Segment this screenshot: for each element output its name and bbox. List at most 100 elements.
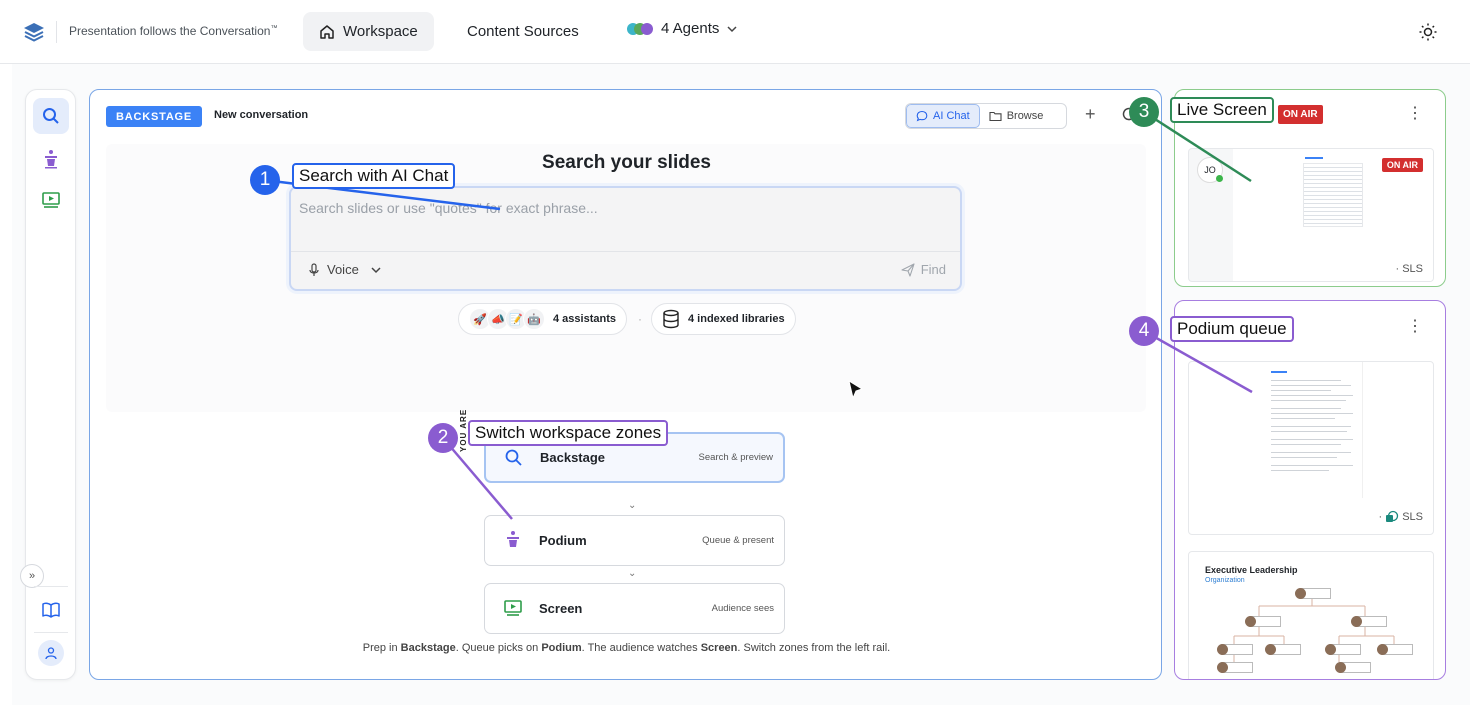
nav-workspace[interactable]: Workspace (303, 12, 434, 51)
zones-footer-text: Prep in Backstage. Queue picks on Podium… (362, 642, 891, 654)
search-box-divider (291, 251, 960, 252)
org-node (1377, 644, 1413, 655)
zone-podium-desc: Queue & present (702, 535, 774, 546)
theme-toggle-sun-icon[interactable] (1418, 22, 1438, 42)
org-chart-lines (1233, 596, 1395, 662)
podium-icon (507, 531, 519, 547)
conversation-title[interactable]: New conversation (214, 109, 308, 121)
voice-button[interactable]: Voice (307, 262, 383, 277)
tab-browse[interactable]: Browse (980, 104, 1053, 128)
org-node (1217, 644, 1253, 655)
find-button[interactable]: Find (901, 262, 946, 277)
more-options-icon[interactable]: ⋮ (1407, 106, 1423, 122)
callout-search-with-ai-chat: Search with AI Chat (292, 163, 456, 189)
assistant-avatars: 🚀 📣 📝 🤖 (469, 308, 545, 330)
nav-agents-dropdown[interactable]: 4 Agents (627, 20, 739, 37)
search-heading: Search your slides (542, 152, 711, 173)
zone-chevron-down-icon: ⌄ (628, 500, 637, 511)
zone-screen-name: Screen (539, 601, 583, 616)
callout-podium-queue: Podium queue (1170, 316, 1294, 342)
rail-divider-2 (34, 632, 68, 633)
rail-backstage-button[interactable] (33, 98, 69, 134)
rail-divider (34, 586, 68, 587)
callout-live-screen: Live Screen (1170, 97, 1274, 123)
zone-backstage-name: Backstage (540, 450, 606, 465)
microphone-icon (309, 262, 319, 276)
find-label: Find (920, 262, 946, 277)
zone-rail: » (20, 89, 76, 680)
user-avatar[interactable] (38, 640, 64, 666)
send-icon (901, 262, 915, 277)
presenter-avatar: JO (1197, 157, 1223, 183)
nav-workspace-label: Workspace (343, 23, 418, 40)
home-icon (320, 24, 334, 39)
screen-icon (504, 600, 522, 616)
search-icon (505, 449, 522, 466)
podium-queue-card: ⋮ · SLS Executive Leadership Organizatio… (1174, 300, 1446, 680)
callout-number-2: 2 (428, 423, 458, 453)
more-options-icon[interactable]: ⋮ (1407, 319, 1423, 335)
org-node (1351, 616, 1387, 627)
zone-screen[interactable]: Screen Audience sees (484, 583, 785, 634)
backstage-badge: BACKSTAGE (106, 106, 203, 127)
tagline: Presentation follows the Conversation™ (69, 24, 278, 38)
database-icon (663, 309, 679, 329)
rail-podium-button[interactable] (33, 141, 69, 177)
nav-agents-label: 4 Agents (661, 20, 720, 37)
agents-dots-icon (627, 22, 655, 35)
podium-slide-1[interactable]: · SLS (1188, 361, 1434, 535)
screen-icon (42, 192, 60, 208)
layers-logo-icon[interactable] (22, 21, 46, 43)
org-node (1295, 588, 1331, 599)
robot-icon: 🤖 (523, 308, 545, 330)
nav-content-sources[interactable]: Content Sources (467, 23, 579, 40)
book-open-icon (42, 602, 60, 618)
you-are-label: YOU ARE (459, 408, 468, 452)
pill-separator: · (638, 312, 642, 326)
rail-library-button[interactable] (33, 592, 69, 628)
tab-ai-chat-label: AI Chat (933, 110, 970, 122)
podium-icon (45, 150, 57, 169)
search-icon (43, 108, 59, 124)
user-icon (45, 647, 57, 660)
org-node (1325, 644, 1361, 655)
slide-logo (1305, 157, 1323, 159)
rail-screen-button[interactable] (33, 182, 69, 218)
search-input[interactable]: Search slides or use "quotes" for exact … (299, 200, 598, 216)
expand-rail-button[interactable]: » (20, 564, 44, 588)
assistants-label: 4 assistants (553, 313, 616, 325)
assistants-pill[interactable]: 🚀 📣 📝 🤖 4 assistants (458, 303, 627, 335)
libraries-pill[interactable]: 4 indexed libraries (651, 303, 796, 335)
new-conversation-plus-icon[interactable]: + (1085, 104, 1096, 125)
zone-podium-name: Podium (539, 533, 587, 548)
live-slide-thumbnail[interactable]: JO ON AIR · SLS (1188, 148, 1434, 282)
zone-chevron-down-icon: ⌄ (628, 568, 637, 579)
zone-podium[interactable]: Podium Queue & present (484, 515, 785, 566)
org-node (1265, 644, 1301, 655)
search-box[interactable]: Search slides or use "quotes" for exact … (289, 186, 962, 291)
online-indicator (1216, 175, 1223, 182)
tab-browse-label: Browse (1006, 110, 1044, 122)
chevron-down-icon[interactable] (369, 263, 383, 277)
podium-slide-2[interactable]: Executive Leadership Organization (1188, 551, 1434, 679)
voice-label: Voice (327, 262, 359, 277)
mode-toggle: AI Chat Browse (905, 103, 1067, 129)
slide-table (1303, 163, 1363, 227)
folder-icon (989, 111, 1002, 122)
sharepoint-icon (1386, 510, 1399, 522)
callout-number-4: 4 (1129, 316, 1159, 346)
on-air-badge: ON AIR (1278, 105, 1323, 124)
header-divider (56, 21, 57, 43)
callout-switch-workspace-zones: Switch workspace zones (468, 420, 669, 446)
slide-document-page (1261, 362, 1363, 498)
tab-ai-chat[interactable]: AI Chat (906, 104, 980, 128)
org-node (1217, 662, 1253, 673)
callout-number-1: 1 (250, 165, 280, 195)
zone-backstage-desc: Search & preview (698, 452, 773, 463)
callout-number-3: 3 (1129, 97, 1159, 127)
chat-bubble-icon (916, 110, 928, 122)
org-node (1335, 662, 1371, 673)
live-source-label: · SLS (1395, 263, 1423, 275)
libraries-label: 4 indexed libraries (688, 313, 785, 325)
podium-source-label: · SLS (1378, 510, 1423, 523)
